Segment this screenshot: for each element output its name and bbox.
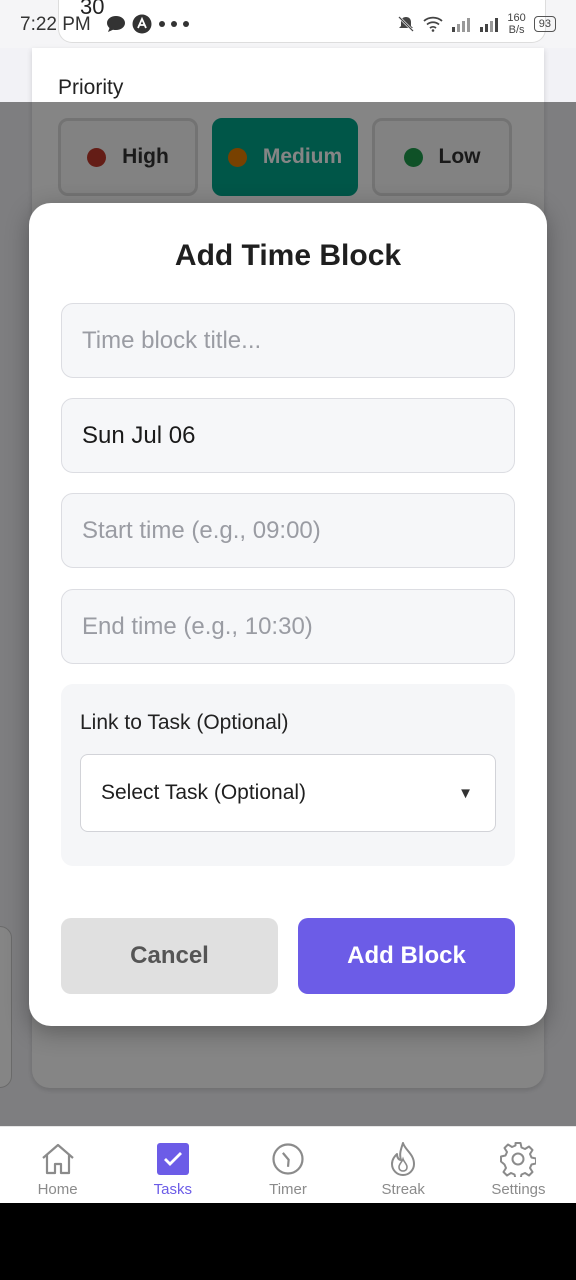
nav-settings-label: Settings (491, 1181, 546, 1198)
signal-icon (452, 18, 471, 32)
speed-unit: B/s (508, 24, 525, 36)
nav-tasks[interactable]: Tasks (115, 1127, 230, 1204)
task-select-value: Select Task (Optional) (101, 781, 307, 804)
more-dots-icon (159, 21, 189, 27)
chevron-down-icon: ▼ (458, 784, 473, 802)
app-logo-icon (132, 14, 152, 34)
notification-icons (106, 14, 190, 34)
nav-home[interactable]: Home (0, 1127, 115, 1204)
gear-icon (500, 1141, 537, 1177)
nav-settings[interactable]: Settings (461, 1127, 576, 1204)
link-task-section: Link to Task (Optional) Select Task (Opt… (61, 684, 515, 866)
network-speed: 160 B/s (507, 12, 525, 36)
nav-home-label: Home (37, 1181, 78, 1198)
flame-icon (385, 1141, 421, 1177)
nav-timer-label: Timer (269, 1181, 307, 1198)
status-time: 7:22 PM (20, 14, 91, 35)
time-block-title-input[interactable] (61, 303, 515, 378)
timer-icon (270, 1141, 306, 1177)
date-input[interactable] (61, 398, 515, 473)
system-icons: 160 B/s 93 (397, 12, 556, 36)
tasks-checkbox-icon (155, 1141, 191, 1177)
signal-icon-2 (480, 18, 499, 32)
nav-timer[interactable]: Timer (230, 1127, 345, 1204)
bell-muted-icon (398, 16, 415, 32)
task-select[interactable]: Select Task (Optional) ▼ (80, 754, 496, 832)
wifi-icon (423, 16, 443, 32)
nav-tasks-label: Tasks (153, 1181, 192, 1198)
nav-streak-label: Streak (381, 1181, 425, 1198)
add-block-button[interactable]: Add Block (298, 918, 515, 994)
battery-indicator: 93 (533, 16, 556, 32)
link-task-label: Link to Task (Optional) (80, 711, 289, 734)
bottom-navigation: Home Tasks Timer Streak Settings (0, 1126, 576, 1204)
priority-label: Priority (58, 76, 124, 99)
speed-value: 160 (507, 12, 526, 24)
add-time-block-modal: Add Time Block Link to Task (Optional) S… (29, 203, 547, 1026)
home-icon (40, 1141, 76, 1177)
status-bar: 30 7:22 PM 160 B/s 93 (0, 0, 576, 48)
modal-title: Add Time Block (174, 239, 402, 272)
cancel-button[interactable]: Cancel (61, 918, 278, 994)
end-time-input[interactable] (61, 589, 515, 664)
system-nav-bar (0, 1203, 576, 1280)
start-time-input[interactable] (61, 493, 515, 568)
chat-bubble-icon (107, 16, 125, 32)
nav-streak[interactable]: Streak (346, 1127, 461, 1204)
